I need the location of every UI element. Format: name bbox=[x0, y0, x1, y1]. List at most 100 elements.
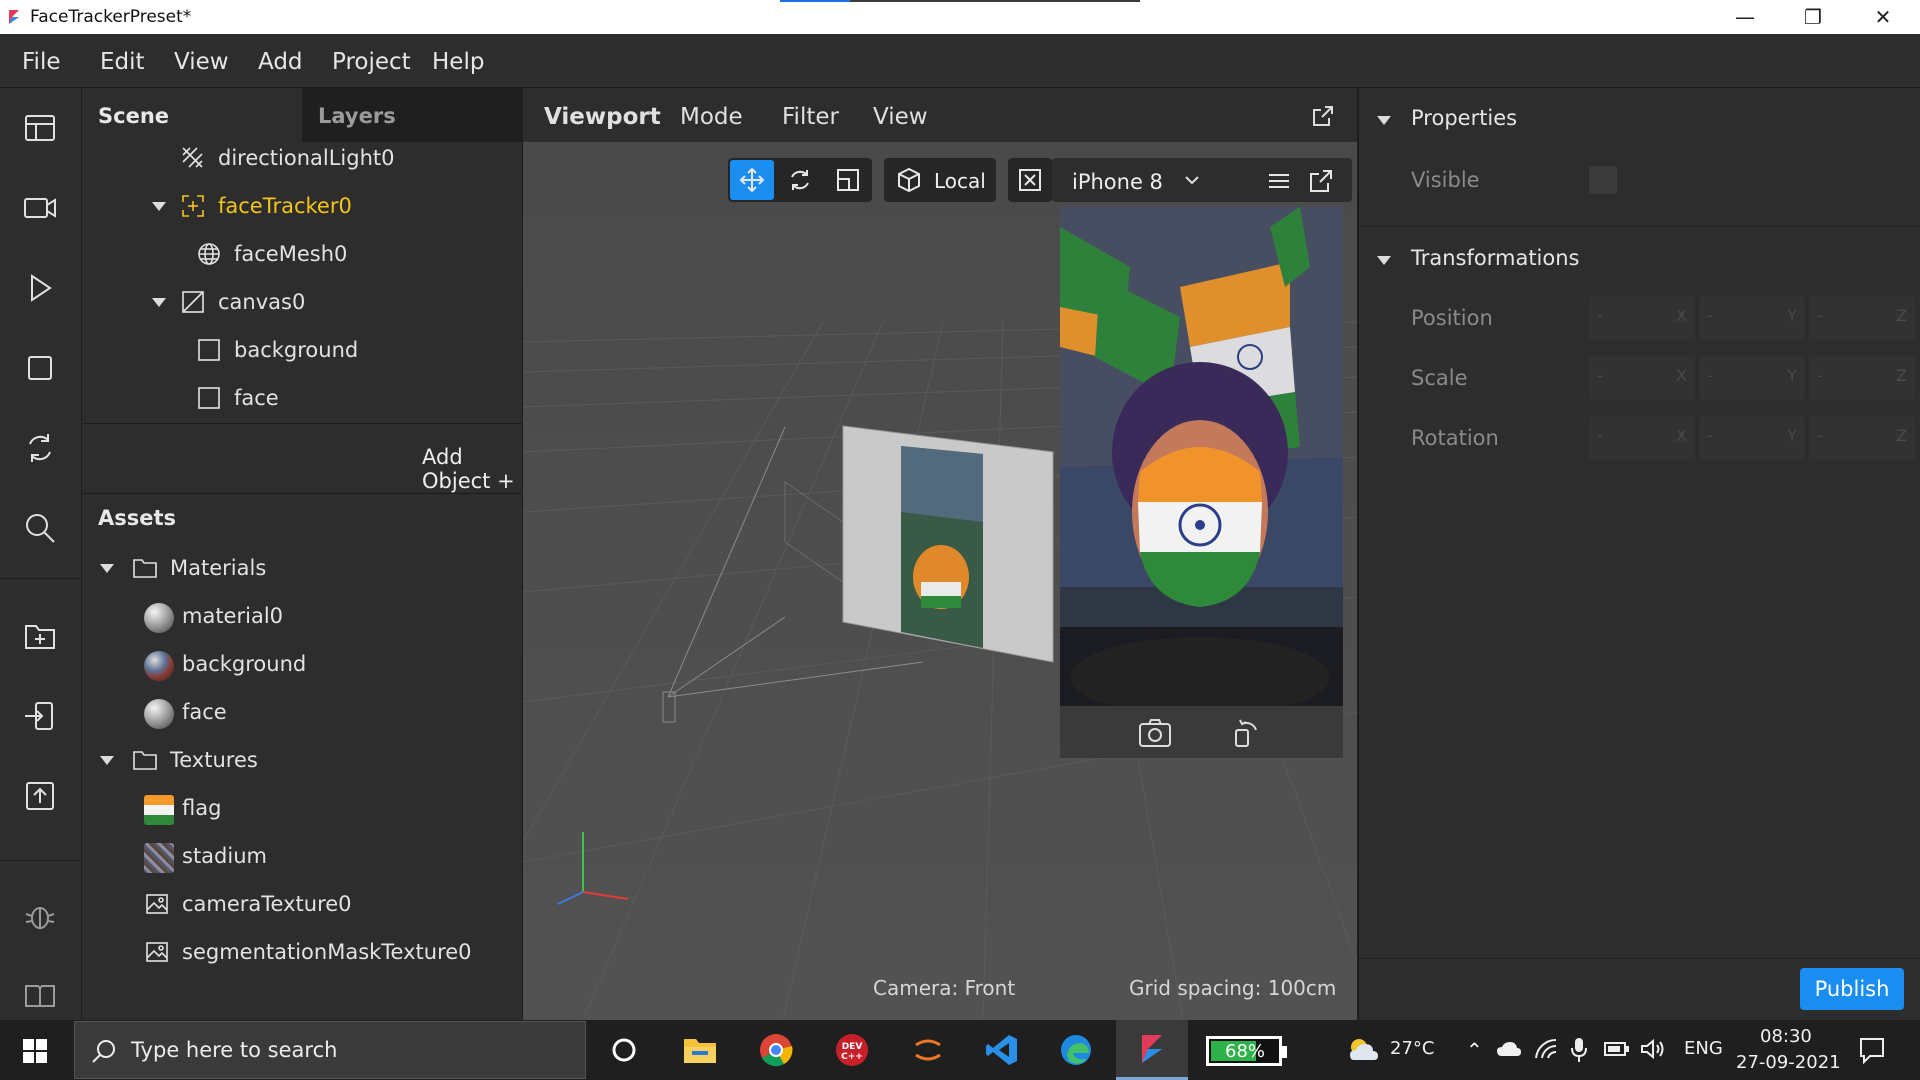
scene-item-facemesh[interactable]: faceMesh0 bbox=[196, 234, 347, 274]
scene-item-canvas[interactable]: canvas0 bbox=[180, 282, 305, 322]
asset-camera-texture[interactable]: cameraTexture0 bbox=[144, 884, 352, 924]
battery-indicator[interactable]: 68% bbox=[1206, 1036, 1287, 1066]
position-y-input[interactable]: -Y bbox=[1699, 296, 1805, 340]
book-icon[interactable] bbox=[22, 978, 58, 1014]
vscode-icon[interactable] bbox=[980, 1028, 1024, 1072]
rotation-x-input[interactable]: -X bbox=[1589, 416, 1695, 460]
taskbar-search[interactable]: Type here to search bbox=[74, 1021, 586, 1079]
device-select[interactable]: iPhone 8 bbox=[1072, 170, 1163, 194]
grid-spacing-status: Grid spacing: 100cm bbox=[1129, 976, 1337, 1000]
search-icon[interactable] bbox=[22, 510, 58, 546]
spark-logo-icon bbox=[9, 10, 19, 24]
file-explorer-icon[interactable] bbox=[678, 1028, 722, 1072]
menu-edit[interactable]: Edit bbox=[100, 49, 145, 75]
rotation-y-input[interactable]: -Y bbox=[1699, 416, 1805, 460]
publish-button[interactable]: Publish bbox=[1800, 968, 1904, 1010]
chevron-down-icon[interactable] bbox=[100, 564, 114, 573]
tab-layers[interactable]: Layers bbox=[302, 88, 523, 142]
volume-icon[interactable] bbox=[1640, 1038, 1666, 1060]
scale-x-input[interactable]: -X bbox=[1589, 356, 1695, 400]
add-folder-icon[interactable] bbox=[22, 618, 58, 654]
position-x-input[interactable]: -X bbox=[1589, 296, 1695, 340]
tab-scene[interactable]: Scene bbox=[82, 88, 302, 142]
scene-item-background[interactable]: background bbox=[196, 330, 358, 370]
rotation-z-input[interactable]: -Z bbox=[1809, 416, 1915, 460]
scale-icon[interactable] bbox=[835, 167, 861, 193]
tab-filter[interactable]: Filter bbox=[782, 104, 839, 130]
import-icon[interactable] bbox=[22, 698, 58, 734]
asset-segmentation-mask[interactable]: segmentationMaskTexture0 bbox=[144, 932, 472, 972]
menu-help[interactable]: Help bbox=[432, 49, 484, 75]
language-indicator[interactable]: ENG bbox=[1684, 1038, 1723, 1059]
video-icon[interactable] bbox=[22, 190, 58, 226]
spark-ar-taskbar-active[interactable] bbox=[1116, 1020, 1188, 1080]
asset-flag[interactable]: flag bbox=[144, 788, 221, 828]
device-preview[interactable] bbox=[1060, 207, 1343, 717]
taskbar: Type here to search DEV C++ 68% 27°C ⌃ EN… bbox=[0, 1020, 1920, 1080]
tab-viewport[interactable]: Viewport bbox=[544, 104, 661, 130]
devcpp-icon[interactable]: DEV C++ bbox=[830, 1028, 874, 1072]
restore-button[interactable]: ❐ bbox=[1778, 0, 1848, 34]
chevron-down-icon[interactable] bbox=[100, 756, 114, 765]
close-button[interactable]: ✕ bbox=[1848, 0, 1918, 34]
tab-mode[interactable]: Mode bbox=[680, 104, 743, 130]
jupyter-icon[interactable] bbox=[906, 1028, 950, 1072]
cortana-icon[interactable] bbox=[602, 1028, 646, 1072]
screenshot-camera-icon[interactable] bbox=[1138, 718, 1172, 748]
notifications-icon[interactable] bbox=[1858, 1036, 1886, 1064]
scale-z-input[interactable]: -Z bbox=[1809, 356, 1915, 400]
move-icon[interactable] bbox=[739, 167, 765, 193]
bug-icon[interactable] bbox=[22, 898, 58, 934]
position-z-input[interactable]: -Z bbox=[1809, 296, 1915, 340]
minimize-button[interactable]: — bbox=[1710, 0, 1780, 34]
upload-icon[interactable] bbox=[22, 778, 58, 814]
rotate-icon[interactable] bbox=[787, 167, 813, 193]
chrome-icon[interactable] bbox=[754, 1028, 798, 1072]
menu-project[interactable]: Project bbox=[332, 49, 411, 75]
visible-checkbox[interactable] bbox=[1589, 166, 1617, 194]
chevron-up-icon[interactable]: ⌃ bbox=[1466, 1038, 1483, 1062]
sync-icon[interactable] bbox=[22, 430, 58, 466]
scale-y-input[interactable]: -Y bbox=[1699, 356, 1805, 400]
edge-icon[interactable] bbox=[1054, 1028, 1098, 1072]
menu-add[interactable]: Add bbox=[258, 49, 303, 75]
scene-item-directional-light[interactable]: directionalLight0 bbox=[180, 138, 395, 178]
onedrive-icon[interactable] bbox=[1496, 1040, 1522, 1058]
clock-date[interactable]: 27-09-2021 bbox=[1736, 1052, 1841, 1073]
pop-out-icon[interactable] bbox=[1311, 104, 1335, 128]
search-placeholder: Type here to search bbox=[131, 1038, 338, 1062]
chevron-down-icon[interactable] bbox=[1377, 116, 1391, 125]
chevron-down-icon[interactable] bbox=[1182, 170, 1202, 190]
tab-view[interactable]: View bbox=[873, 104, 928, 130]
wifi-icon[interactable] bbox=[1534, 1038, 1560, 1060]
menu-file[interactable]: File bbox=[22, 49, 61, 75]
asset-material0[interactable]: material0 bbox=[144, 596, 283, 636]
clock-time[interactable]: 08:30 bbox=[1760, 1026, 1812, 1047]
hamburger-menu-icon[interactable] bbox=[1266, 168, 1292, 194]
battery-icon[interactable] bbox=[1604, 1040, 1630, 1058]
play-icon[interactable] bbox=[22, 270, 58, 306]
rotate-device-icon[interactable] bbox=[1232, 716, 1262, 748]
weather-cloud-icon[interactable] bbox=[1346, 1036, 1380, 1064]
square-icon[interactable] bbox=[22, 350, 58, 386]
add-object-button[interactable]: Add Object + bbox=[422, 445, 522, 493]
close-simulator-button[interactable] bbox=[1008, 158, 1052, 202]
chevron-down-icon[interactable] bbox=[152, 202, 166, 211]
chevron-down-icon[interactable] bbox=[152, 298, 166, 307]
asset-background-material[interactable]: background bbox=[144, 644, 306, 684]
folder-materials[interactable]: Materials bbox=[132, 548, 266, 588]
chevron-down-icon[interactable] bbox=[1377, 256, 1391, 265]
layout-icon[interactable] bbox=[22, 110, 58, 146]
scene-item-face[interactable]: face bbox=[196, 378, 279, 418]
microphone-icon[interactable] bbox=[1570, 1036, 1588, 1064]
windows-start-icon[interactable] bbox=[22, 1038, 48, 1064]
viewport-panel[interactable]: Viewport Mode Filter View Local iPhone 8 bbox=[523, 88, 1357, 1020]
folder-textures[interactable]: Textures bbox=[132, 740, 258, 780]
space-toggle[interactable]: Local bbox=[884, 158, 996, 202]
asset-face-material[interactable]: face bbox=[144, 692, 227, 732]
scene-item-facetracker[interactable]: faceTracker0 bbox=[180, 186, 352, 226]
preview-controls bbox=[1060, 706, 1343, 758]
pop-out-icon[interactable] bbox=[1308, 168, 1334, 194]
menu-view[interactable]: View bbox=[174, 49, 229, 75]
asset-stadium[interactable]: stadium bbox=[144, 836, 267, 876]
